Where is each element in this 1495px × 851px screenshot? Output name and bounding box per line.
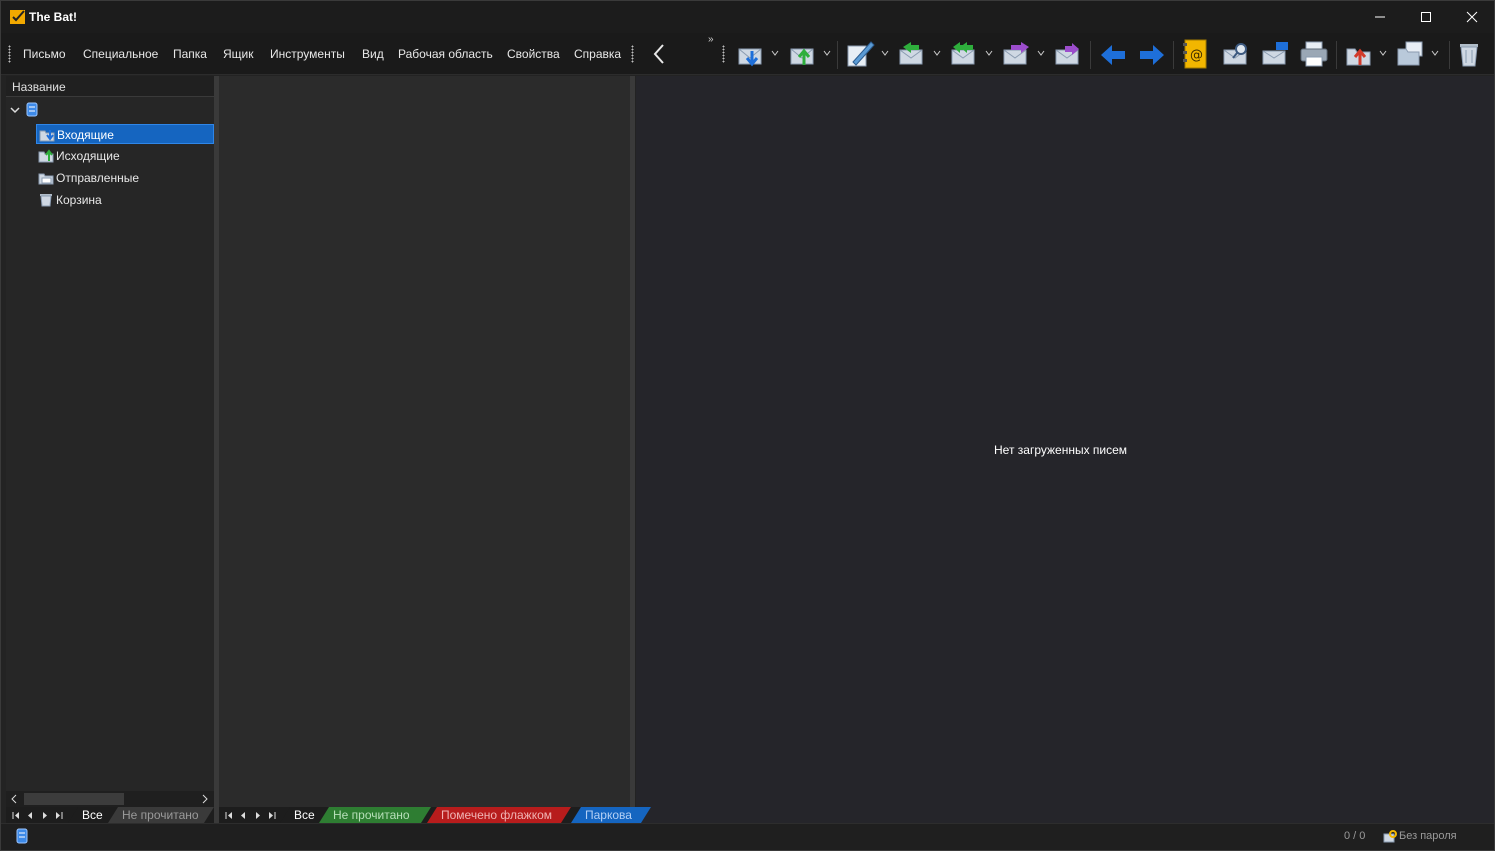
- account-status-icon: [16, 828, 28, 844]
- first-tab-icon[interactable]: [12, 811, 21, 820]
- mailbox-icon[interactable]: [1262, 41, 1290, 67]
- menu-grip[interactable]: [8, 45, 11, 63]
- folder-filter-tabbar: Все Не прочитано: [6, 807, 214, 823]
- empty-viewer-text: Нет загруженных писем: [994, 443, 1128, 457]
- folder-item-inbox[interactable]: Входящие: [36, 124, 214, 144]
- reply-all-dropdown-icon[interactable]: [985, 49, 993, 57]
- previous-tab-icon[interactable]: [26, 811, 35, 820]
- get-mail-icon[interactable]: [738, 41, 766, 67]
- lock-key-icon: [1383, 830, 1397, 843]
- folder-label: Корзина: [56, 193, 102, 207]
- close-icon: [1466, 11, 1478, 23]
- toolbar-overflow-icon[interactable]: »: [708, 34, 714, 45]
- menu-special[interactable]: Специальное: [83, 47, 158, 61]
- tab-parked[interactable]: Паркова: [571, 807, 651, 823]
- account-row[interactable]: [8, 100, 208, 120]
- send-mail-dropdown-icon[interactable]: [823, 49, 831, 57]
- menu-tools[interactable]: Инструменты: [270, 47, 345, 61]
- find-message-icon[interactable]: [1223, 41, 1251, 67]
- status-bar: 0 / 0 Без пароля: [1, 823, 1494, 850]
- copy-to-folder-icon[interactable]: [1397, 41, 1425, 67]
- next-message-icon[interactable]: [1138, 43, 1166, 67]
- reply-dropdown-icon[interactable]: [933, 49, 941, 57]
- first-tab-icon[interactable]: [225, 811, 234, 820]
- chevron-left-icon[interactable]: [652, 43, 666, 65]
- message-count: 0 / 0: [1344, 830, 1366, 842]
- app-title: The Bat!: [29, 10, 77, 24]
- folder-column-header[interactable]: Название: [6, 76, 214, 97]
- move-to-folder-icon[interactable]: [1346, 41, 1374, 67]
- minimize-button[interactable]: [1357, 1, 1403, 33]
- folder-item-outbox[interactable]: Исходящие: [36, 146, 214, 166]
- menu-view[interactable]: Вид: [362, 47, 384, 61]
- folder-item-trash[interactable]: Корзина: [36, 190, 214, 210]
- toolbar-grip-2[interactable]: [722, 45, 725, 63]
- get-mail-dropdown-icon[interactable]: [771, 49, 779, 57]
- reply-all-icon[interactable]: [951, 41, 979, 67]
- address-book-icon[interactable]: @: [1182, 39, 1208, 69]
- menu-properties[interactable]: Свойства: [507, 47, 560, 61]
- scrollbar-thumb[interactable]: [24, 793, 124, 805]
- tab-unread[interactable]: Не прочитано: [319, 807, 431, 823]
- the-bat-logo-icon: [10, 10, 25, 24]
- folder-tree-pane: Название Входящие Исходящие Отправленные…: [6, 76, 214, 823]
- send-mail-icon[interactable]: [790, 41, 818, 67]
- new-message-dropdown-icon[interactable]: [881, 49, 889, 57]
- menu-toolbar-bar: Письмо Специальное Папка Ящик Инструмент…: [1, 33, 1494, 75]
- forward-icon[interactable]: [1003, 41, 1031, 67]
- tab-unread[interactable]: Не прочитано: [108, 807, 214, 823]
- password-status: Без пароля: [1399, 830, 1457, 842]
- sent-icon: [38, 173, 54, 185]
- folder-label: Исходящие: [56, 149, 120, 163]
- print-icon[interactable]: [1300, 41, 1328, 67]
- svg-text:@: @: [1190, 48, 1203, 63]
- maximize-button[interactable]: [1403, 1, 1449, 33]
- main-window: The Bat! Письмо Специальное Папка Ящик И…: [0, 0, 1495, 851]
- redirect-icon[interactable]: [1055, 41, 1083, 67]
- next-tab-icon[interactable]: [253, 811, 262, 820]
- forward-dropdown-icon[interactable]: [1037, 49, 1045, 57]
- chevron-down-icon[interactable]: [10, 105, 20, 115]
- folder-horizontal-scrollbar[interactable]: [6, 791, 214, 807]
- previous-message-icon[interactable]: [1099, 43, 1127, 67]
- folder-item-sent[interactable]: Отправленные: [36, 168, 214, 188]
- message-list-pane[interactable]: [219, 76, 630, 808]
- trash-icon: [40, 194, 52, 207]
- minimize-icon: [1375, 16, 1385, 18]
- menu-help[interactable]: Справка: [574, 47, 621, 61]
- inbox-icon: [39, 130, 55, 142]
- menu-box[interactable]: Ящик: [223, 47, 254, 61]
- last-tab-icon[interactable]: [54, 811, 63, 820]
- next-tab-icon[interactable]: [40, 811, 49, 820]
- pane-splitter-right[interactable]: [630, 76, 635, 823]
- new-message-icon[interactable]: [847, 40, 875, 68]
- folder-label: Входящие: [57, 128, 114, 142]
- folder-label: Отправленные: [56, 171, 140, 185]
- previous-tab-icon[interactable]: [239, 811, 248, 820]
- copy-to-folder-dropdown-icon[interactable]: [1431, 49, 1439, 57]
- maximize-icon: [1421, 12, 1431, 22]
- delete-icon[interactable]: [1458, 40, 1480, 68]
- menu-folder[interactable]: Папка: [173, 47, 207, 61]
- title-bar[interactable]: The Bat!: [1, 1, 1494, 33]
- menu-workspace[interactable]: Рабочая область: [398, 47, 493, 61]
- toolbar-separator: [1336, 41, 1337, 69]
- toolbar-separator: [1090, 41, 1091, 69]
- toolbar-separator: [837, 41, 838, 69]
- scroll-right-icon[interactable]: [201, 794, 209, 804]
- menu-letter[interactable]: Письмо: [23, 47, 66, 61]
- reply-icon[interactable]: [899, 41, 927, 67]
- column-header-label: Название: [12, 80, 66, 94]
- tab-flagged[interactable]: Помечено флажком: [427, 807, 571, 823]
- message-filter-tabbar: Все Не прочитано Помечено флажком Парков…: [219, 807, 630, 823]
- outbox-icon: [38, 149, 54, 163]
- close-button[interactable]: [1449, 1, 1495, 33]
- toolbar-separator: [1173, 41, 1174, 69]
- last-tab-icon[interactable]: [267, 811, 276, 820]
- move-to-folder-dropdown-icon[interactable]: [1379, 49, 1387, 57]
- toolbar-separator: [1449, 41, 1450, 69]
- toolbar-grip[interactable]: [631, 45, 634, 63]
- scroll-left-icon[interactable]: [10, 794, 18, 804]
- account-icon: [26, 102, 38, 117]
